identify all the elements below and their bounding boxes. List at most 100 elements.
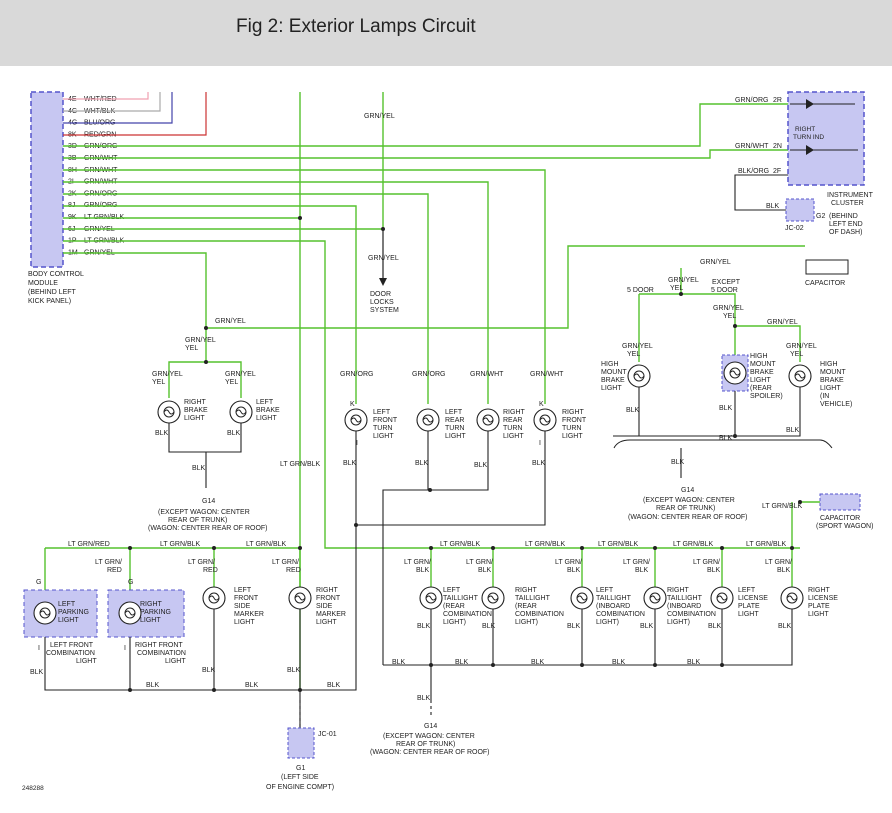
- g14-c: G14 (EXCEPT WAGON: CENTER REAR OF TRUNK)…: [370, 723, 490, 756]
- svg-text:LOCKS: LOCKS: [370, 299, 394, 306]
- hmsl-left-label: HIGH MOUNT BRAKE LIGHT: [601, 361, 627, 392]
- svg-text:LEFT: LEFT: [373, 409, 391, 416]
- svg-text:RIGHT FRONT: RIGHT FRONT: [135, 642, 183, 649]
- svg-text:YEL: YEL: [627, 351, 640, 358]
- svg-text:RED: RED: [107, 567, 122, 574]
- page-title: Fig 2: Exterior Lamps Circuit: [236, 16, 476, 37]
- svg-text:YEL: YEL: [670, 285, 683, 292]
- svg-text:LT GRN/: LT GRN/: [95, 559, 122, 566]
- svg-text:LT GRN/: LT GRN/: [693, 559, 720, 566]
- svg-text:LT GRN/: LT GRN/: [272, 559, 299, 566]
- svg-text:COMBINATION: COMBINATION: [137, 650, 186, 657]
- svg-text:LIGHT: LIGHT: [140, 617, 161, 624]
- svg-text:(LEFT SIDE: (LEFT SIDE: [281, 774, 319, 781]
- svg-text:LEFT: LEFT: [596, 587, 614, 594]
- capacitor-top-label: CAPACITOR: [805, 280, 845, 287]
- svg-text:(WAGON: CENTER REAR OF ROOF): (WAGON: CENTER REAR OF ROOF): [148, 525, 268, 532]
- svg-text:LIGHT: LIGHT: [750, 377, 771, 384]
- svg-text:G14: G14: [681, 487, 694, 494]
- right-taillight-inboard-label: RIGHT TAILLIGHT (INBOARD COMBINATION LIG…: [667, 587, 716, 626]
- svg-text:RIGHT: RIGHT: [316, 587, 339, 594]
- header-bar: Fig 2: Exterior Lamps Circuit: [0, 0, 892, 66]
- svg-text:BLK: BLK: [531, 659, 545, 666]
- svg-text:BLK: BLK: [478, 567, 492, 574]
- svg-text:LIGHT): LIGHT): [596, 619, 619, 626]
- svg-text:BLK: BLK: [719, 435, 733, 442]
- svg-text:GRN/YEL: GRN/YEL: [225, 371, 256, 378]
- svg-text:LEFT FRONT: LEFT FRONT: [50, 642, 94, 649]
- right-taillight-label: RIGHT TAILLIGHT (REAR COMBINATION LIGHT): [515, 587, 564, 626]
- svg-text:LIGHT: LIGHT: [503, 433, 524, 440]
- svg-text:BLK: BLK: [474, 462, 488, 469]
- svg-text:LEFT: LEFT: [256, 399, 274, 406]
- svg-text:(REAR: (REAR: [750, 385, 772, 392]
- svg-text:LT GRN/BLK: LT GRN/BLK: [762, 503, 803, 510]
- g14-b: G14 (EXCEPT WAGON: CENTER REAR OF TRUNK)…: [628, 487, 748, 521]
- svg-text:LIGHT: LIGHT: [58, 617, 79, 624]
- svg-text:LT GRN/: LT GRN/: [404, 559, 431, 566]
- cluster-label: INSTRUMENT CLUSTER (BEHIND LEFT END OF D…: [827, 192, 874, 236]
- svg-text:HIGH: HIGH: [820, 361, 838, 368]
- svg-text:TURN: TURN: [373, 425, 392, 432]
- svg-text:BRAKE: BRAKE: [820, 377, 844, 384]
- svg-text:CAPACITOR: CAPACITOR: [820, 515, 860, 522]
- svg-text:LIGHT: LIGHT: [316, 619, 337, 626]
- right-front-turn-label: RIGHT FRONT TURN LIGHT: [562, 409, 587, 440]
- svg-text:2N: 2N: [773, 143, 782, 150]
- svg-text:(BEHIND LEFT: (BEHIND LEFT: [28, 289, 77, 296]
- svg-text:YEL: YEL: [225, 379, 238, 386]
- svg-text:TURN: TURN: [445, 425, 464, 432]
- svg-text:BLK: BLK: [455, 659, 469, 666]
- svg-text:BLK: BLK: [392, 659, 406, 666]
- svg-text:LIGHT: LIGHT: [373, 433, 394, 440]
- svg-text:BLK: BLK: [567, 567, 581, 574]
- svg-text:LEFT: LEFT: [58, 601, 76, 608]
- svg-text:REAR OF TRUNK): REAR OF TRUNK): [396, 741, 455, 748]
- svg-text:LIGHT: LIGHT: [738, 611, 759, 618]
- left-taillight-inboard-label: LEFT TAILLIGHT (INBOARD COMBINATION LIGH…: [596, 587, 645, 626]
- svg-text:G: G: [36, 579, 41, 586]
- svg-text:HIGH: HIGH: [750, 353, 768, 360]
- svg-text:FRONT: FRONT: [316, 595, 341, 602]
- svg-text:YEL: YEL: [185, 345, 198, 352]
- svg-text:MOUNT: MOUNT: [601, 369, 627, 376]
- svg-text:DOOR: DOOR: [370, 291, 391, 298]
- svg-text:TURN: TURN: [503, 425, 522, 432]
- svg-text:LIGHT: LIGHT: [445, 433, 466, 440]
- svg-text:BLK: BLK: [567, 623, 581, 630]
- svg-text:BLK: BLK: [327, 682, 341, 689]
- left-front-turn-label: LEFT FRONT TURN LIGHT: [373, 409, 398, 440]
- left-license-plate-label: LEFT LICENSE PLATE LIGHT: [738, 587, 768, 618]
- svg-text:LT GRN/BLK: LT GRN/BLK: [525, 541, 566, 548]
- svg-text:GRN/ORG: GRN/ORG: [412, 371, 445, 378]
- svg-text:LT GRN/BLK: LT GRN/BLK: [440, 541, 481, 548]
- svg-text:BLK: BLK: [532, 460, 546, 467]
- svg-text:EXCEPT: EXCEPT: [712, 279, 741, 286]
- svg-text:(EXCEPT WAGON: CENTER: (EXCEPT WAGON: CENTER: [643, 497, 735, 504]
- svg-text:RIGHT: RIGHT: [184, 399, 207, 406]
- svg-text:BLK: BLK: [482, 623, 496, 630]
- svg-text:BRAKE: BRAKE: [750, 369, 774, 376]
- svg-text:INSTRUMENT: INSTRUMENT: [827, 192, 874, 199]
- svg-text:YEL: YEL: [723, 313, 736, 320]
- svg-text:(IN: (IN: [820, 393, 829, 400]
- svg-text:I: I: [539, 440, 541, 447]
- svg-text:TAILLIGHT: TAILLIGHT: [443, 595, 479, 602]
- svg-text:I: I: [356, 440, 358, 447]
- svg-text:RIGHT: RIGHT: [503, 409, 526, 416]
- svg-text:BLK: BLK: [155, 430, 169, 437]
- svg-text:LIGHT: LIGHT: [562, 433, 583, 440]
- svg-text:I: I: [38, 645, 40, 652]
- svg-text:COMBINATION: COMBINATION: [443, 611, 492, 618]
- svg-text:MARKER: MARKER: [234, 611, 264, 618]
- svg-text:GRN/YEL: GRN/YEL: [622, 343, 653, 350]
- circuit-svg: BODY CONTROL MODULE (BEHIND LEFT KICK PA…: [22, 91, 874, 792]
- svg-text:OF DASH): OF DASH): [829, 229, 862, 236]
- svg-text:LIGHT: LIGHT: [256, 415, 277, 422]
- svg-text:FRONT: FRONT: [373, 417, 398, 424]
- svg-text:TAILLIGHT: TAILLIGHT: [667, 595, 703, 602]
- svg-text:LIGHT): LIGHT): [443, 619, 466, 626]
- svg-text:(EXCEPT WAGON: CENTER: (EXCEPT WAGON: CENTER: [158, 509, 250, 516]
- svg-text:GRN/YEL: GRN/YEL: [713, 305, 744, 312]
- svg-text:CLUSTER: CLUSTER: [831, 200, 864, 207]
